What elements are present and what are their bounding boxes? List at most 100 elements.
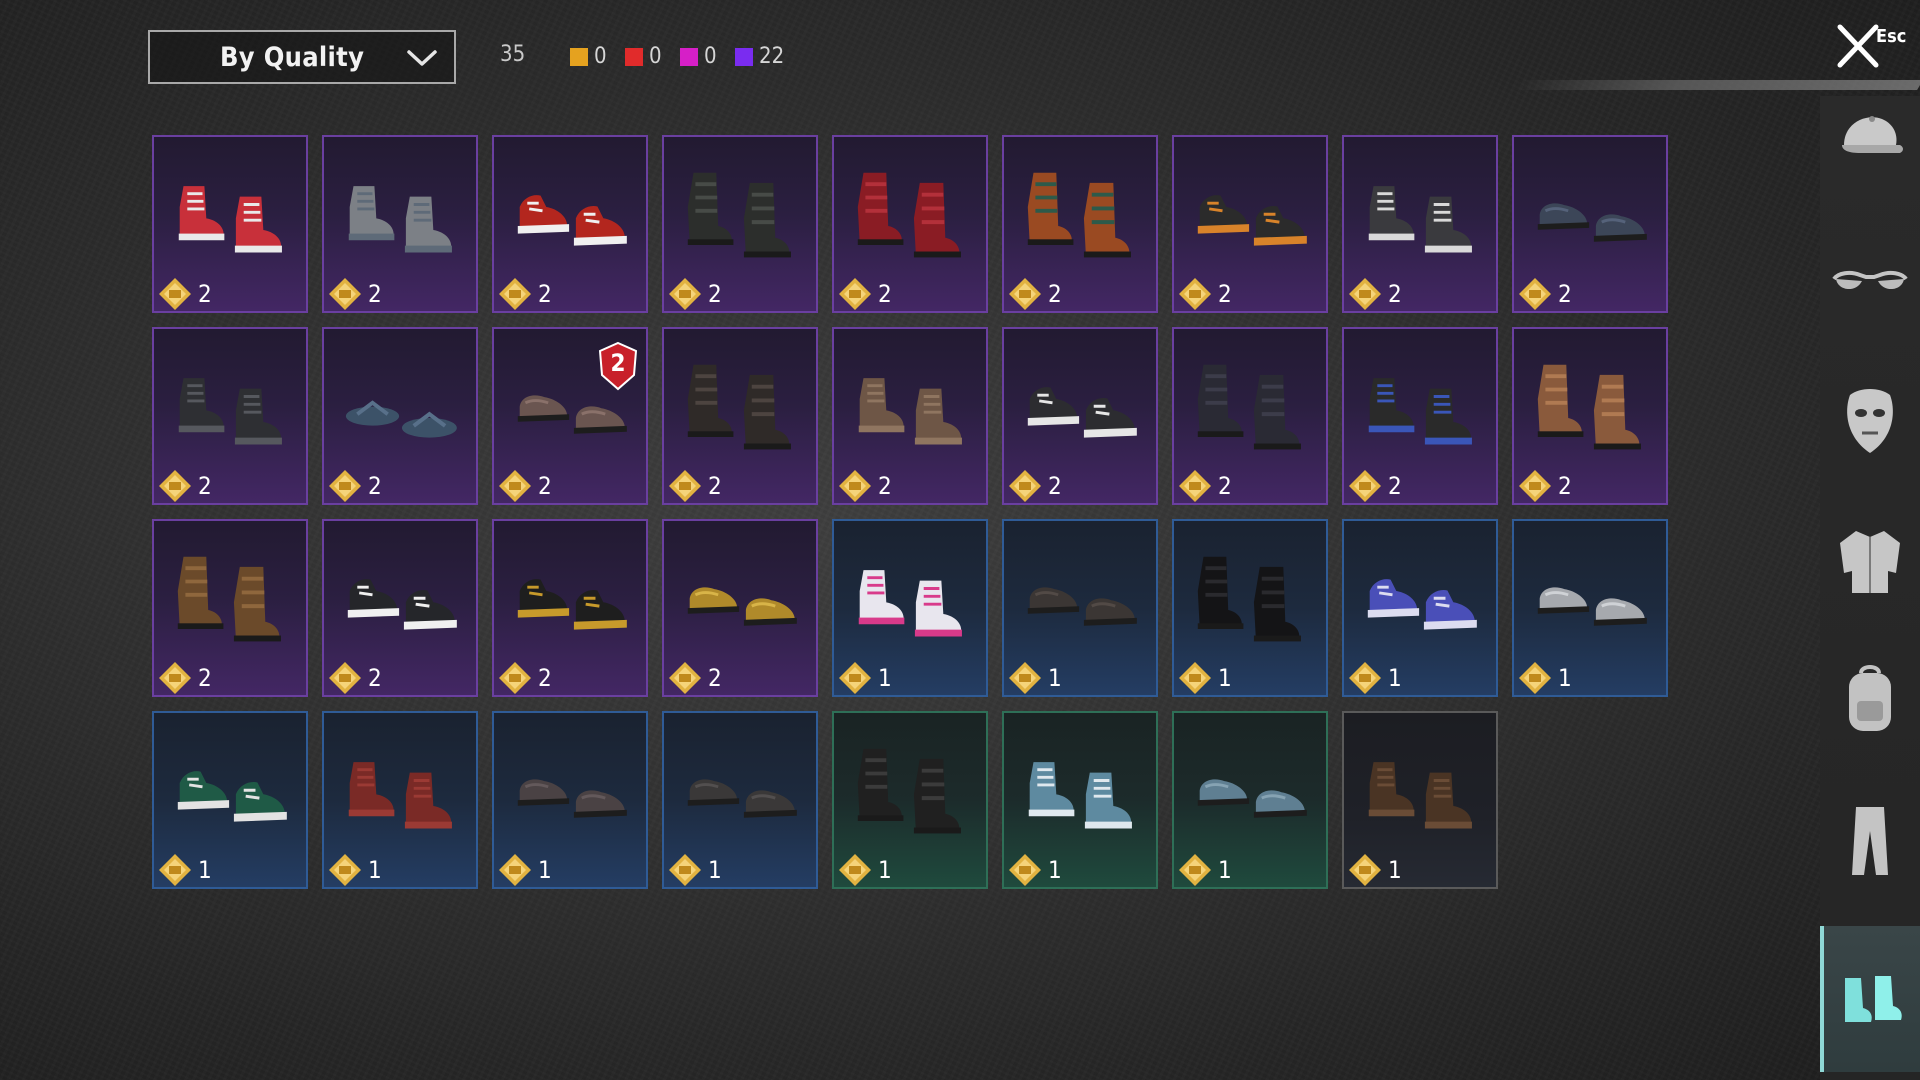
inventory-item-card[interactable]: 1 bbox=[152, 711, 308, 889]
category-backpack[interactable] bbox=[1830, 656, 1910, 746]
shoe-image bbox=[517, 779, 627, 818]
item-price: 2 bbox=[1558, 472, 1572, 500]
shoe-image bbox=[1028, 762, 1132, 829]
item-price: 2 bbox=[878, 280, 892, 308]
category-bottom[interactable] bbox=[1830, 796, 1910, 886]
inventory-item-card[interactable]: 1 bbox=[322, 711, 478, 889]
inventory-item-card[interactable]: 2 bbox=[662, 135, 818, 313]
item-price: 1 bbox=[878, 856, 892, 884]
item-price: 2 bbox=[708, 664, 722, 692]
inventory-item-card[interactable]: 1 bbox=[832, 711, 988, 889]
jacket-icon bbox=[1840, 531, 1900, 593]
shoe-image bbox=[1027, 387, 1137, 438]
inventory-item-card[interactable]: 1 bbox=[832, 519, 988, 697]
currency-icon bbox=[669, 854, 701, 886]
currency-icon bbox=[669, 662, 701, 694]
currency-icon bbox=[1009, 854, 1041, 886]
inventory-item-card[interactable]: 1 bbox=[492, 711, 648, 889]
inventory-item-card[interactable]: 1 bbox=[1002, 711, 1158, 889]
inventory-item-card[interactable]: 2 bbox=[152, 327, 308, 505]
inventory-item-card[interactable]: 2 bbox=[1512, 135, 1668, 313]
currency-icon bbox=[159, 662, 191, 694]
inventory-item-card[interactable]: 2 bbox=[322, 135, 478, 313]
shoe-image bbox=[347, 579, 457, 630]
item-price: 2 bbox=[198, 280, 212, 308]
item-price: 2 bbox=[1218, 280, 1232, 308]
item-price: 1 bbox=[1388, 664, 1402, 692]
inventory-item-card[interactable]: 2 bbox=[1342, 327, 1498, 505]
item-price: 2 bbox=[368, 664, 382, 692]
category-eyewear[interactable] bbox=[1830, 236, 1910, 326]
inventory-item-card[interactable]: 2 bbox=[832, 135, 988, 313]
inventory-item-card[interactable]: 2 bbox=[152, 135, 308, 313]
inventory-item-card[interactable]: 2 bbox=[1002, 135, 1158, 313]
legend-count: 0 bbox=[649, 44, 662, 69]
category-shoes[interactable] bbox=[1820, 926, 1920, 1072]
inventory-item-card[interactable]: 2 bbox=[492, 519, 648, 697]
item-price: 2 bbox=[708, 472, 722, 500]
inventory-item-card[interactable]: 2 bbox=[832, 327, 988, 505]
item-price: 1 bbox=[1388, 856, 1402, 884]
inventory-item-card[interactable]: 2 bbox=[322, 519, 478, 697]
inventory-item-card[interactable]: 2 bbox=[1512, 327, 1668, 505]
currency-icon bbox=[159, 278, 191, 310]
inventory-item-card[interactable]: 2 bbox=[1002, 327, 1158, 505]
quality-swatch bbox=[570, 47, 588, 66]
inventory-item-card[interactable]: 2 2 bbox=[492, 327, 648, 505]
category-top[interactable] bbox=[1830, 516, 1910, 606]
inventory-item-card[interactable]: 1 bbox=[1172, 519, 1328, 697]
shoe-image bbox=[177, 556, 281, 642]
currency-icon bbox=[1179, 662, 1211, 694]
shoe-image bbox=[348, 186, 452, 253]
currency-icon bbox=[669, 278, 701, 310]
sort-dropdown-label: By Quality bbox=[220, 42, 365, 73]
inventory-item-card[interactable]: 1 bbox=[1342, 711, 1498, 889]
pants-icon bbox=[1852, 807, 1888, 875]
item-price: 2 bbox=[538, 472, 552, 500]
item-price: 2 bbox=[1388, 472, 1402, 500]
category-headwear[interactable] bbox=[1830, 96, 1910, 186]
currency-icon bbox=[499, 662, 531, 694]
item-price: 1 bbox=[1048, 856, 1062, 884]
inventory-item-card[interactable]: 2 bbox=[662, 327, 818, 505]
inventory-item-card[interactable]: 2 bbox=[1342, 135, 1498, 313]
item-price: 1 bbox=[1558, 664, 1572, 692]
item-price: 1 bbox=[708, 856, 722, 884]
currency-icon bbox=[329, 662, 361, 694]
category-sidebar bbox=[1820, 96, 1920, 1080]
currency-icon bbox=[1179, 278, 1211, 310]
shoe-image bbox=[1027, 587, 1137, 626]
shoe-image bbox=[1197, 556, 1301, 642]
inventory-item-card[interactable]: 2 bbox=[1172, 327, 1328, 505]
legend-item: 0 bbox=[680, 44, 717, 69]
shoes-icon bbox=[1845, 976, 1902, 1022]
shoe-image bbox=[858, 570, 962, 637]
shoe-image bbox=[858, 378, 962, 445]
shoe-image bbox=[178, 378, 282, 445]
inventory-item-card[interactable]: 1 bbox=[1002, 519, 1158, 697]
shoe-image bbox=[1197, 364, 1301, 450]
legend-item: 22 bbox=[735, 44, 784, 69]
mask-icon bbox=[1847, 389, 1893, 453]
currency-icon bbox=[1349, 278, 1381, 310]
shoe-image bbox=[517, 195, 627, 246]
inventory-item-card[interactable]: 2 bbox=[492, 135, 648, 313]
currency-icon bbox=[669, 470, 701, 502]
inventory-item-card[interactable]: 2 bbox=[1172, 135, 1328, 313]
inventory-item-card[interactable]: 1 bbox=[662, 711, 818, 889]
esc-hint: Esc bbox=[1876, 26, 1907, 47]
inventory-item-card[interactable]: 1 bbox=[1172, 711, 1328, 889]
item-price: 1 bbox=[538, 856, 552, 884]
item-price: 1 bbox=[1218, 856, 1232, 884]
shoe-image bbox=[348, 762, 452, 829]
item-price: 2 bbox=[1048, 472, 1062, 500]
sort-dropdown[interactable]: By Quality bbox=[148, 30, 456, 84]
inventory-item-card[interactable]: 1 bbox=[1512, 519, 1668, 697]
inventory-item-card[interactable]: 1 bbox=[1342, 519, 1498, 697]
inventory-item-card[interactable]: 2 bbox=[322, 327, 478, 505]
inventory-item-card[interactable]: 2 bbox=[152, 519, 308, 697]
legend-item: 0 bbox=[625, 44, 662, 69]
currency-icon bbox=[1519, 662, 1551, 694]
category-mask[interactable] bbox=[1830, 376, 1910, 466]
inventory-item-card[interactable]: 2 bbox=[662, 519, 818, 697]
